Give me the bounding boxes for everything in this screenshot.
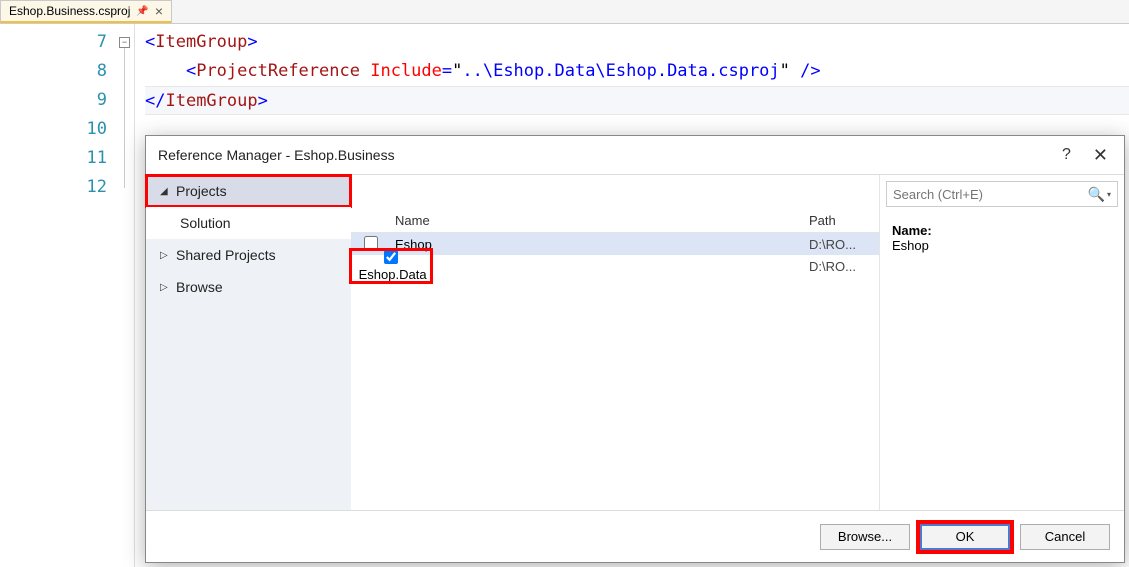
code-line: </ItemGroup> (145, 86, 1129, 115)
reference-manager-dialog: Reference Manager - Eshop.Business ? ✕ ◢… (145, 135, 1125, 563)
line-number: 10 (0, 115, 107, 144)
dialog-title: Reference Manager - Eshop.Business (158, 147, 1062, 163)
detail-label: Name: (892, 223, 932, 238)
nav-label: Solution (180, 215, 231, 231)
nav-projects[interactable]: ◢ Projects (146, 175, 351, 207)
line-number: 11 (0, 144, 107, 173)
nav-column: ◢ Projects Solution ▷ Shared Projects ▷ … (146, 175, 351, 510)
pin-icon[interactable]: 📌 (136, 6, 148, 17)
code-line: <ItemGroup> (145, 28, 1129, 57)
fold-line (124, 48, 125, 188)
nav-label: Shared Projects (176, 247, 276, 263)
search-icon[interactable]: 🔍 (1088, 186, 1105, 203)
code-line: <ProjectReference Include="..\Eshop.Data… (145, 57, 1129, 86)
search-box[interactable]: 🔍 ▾ (886, 181, 1118, 207)
dialog-title-bar: Reference Manager - Eshop.Business ? ✕ (146, 136, 1124, 174)
nav-label: Browse (176, 279, 223, 295)
column-path[interactable]: Path (809, 213, 879, 228)
row-name: Eshop (391, 237, 809, 252)
row-path: D:\RO... (809, 237, 879, 252)
nav-shared-projects[interactable]: ▷ Shared Projects (146, 239, 351, 271)
chevron-down-icon[interactable]: ▾ (1107, 190, 1111, 199)
chevron-right-icon: ▷ (160, 250, 170, 261)
ok-button[interactable]: OK (920, 524, 1010, 550)
fold-column: − (115, 24, 135, 567)
document-tab[interactable]: Eshop.Business.csproj 📌 × (0, 0, 172, 23)
browse-button[interactable]: Browse... (820, 524, 910, 550)
detail-column: 🔍 ▾ Name: Eshop (879, 175, 1124, 510)
chevron-down-icon: ◢ (160, 186, 170, 197)
line-number: 7 (0, 28, 107, 57)
close-icon[interactable]: ✕ (1089, 145, 1112, 166)
detail-value: Eshop (892, 238, 1112, 253)
close-tab-icon[interactable]: × (155, 3, 163, 19)
line-number-gutter: 7 8 9 10 11 12 (0, 24, 115, 567)
nav-label: Projects (176, 183, 227, 199)
line-number: 8 (0, 57, 107, 86)
list-header: Name Path (351, 209, 879, 233)
column-name[interactable]: Name (391, 213, 809, 228)
document-tab-bar: Eshop.Business.csproj 📌 × (0, 0, 1129, 24)
nav-solution[interactable]: Solution (146, 207, 351, 239)
row-checkbox[interactable] (384, 250, 398, 264)
line-number: 12 (0, 173, 107, 202)
dialog-footer: Browse... OK Cancel (146, 510, 1124, 562)
search-input[interactable] (893, 187, 1088, 202)
row-path: D:\RO... (809, 259, 879, 274)
project-list-column: Name Path Eshop D:\RO... Eshop.Data D:\R… (351, 175, 879, 510)
list-row[interactable]: Eshop.Data D:\RO... (351, 255, 879, 277)
help-icon[interactable]: ? (1062, 146, 1071, 164)
nav-browse[interactable]: ▷ Browse (146, 271, 351, 303)
fold-toggle-icon[interactable]: − (119, 37, 130, 48)
row-checkbox[interactable] (364, 236, 378, 250)
chevron-right-icon: ▷ (160, 282, 170, 293)
detail-panel: Name: Eshop (880, 217, 1124, 259)
line-number: 9 (0, 86, 107, 115)
tab-filename: Eshop.Business.csproj (9, 4, 130, 18)
cancel-button[interactable]: Cancel (1020, 524, 1110, 550)
dialog-body: ◢ Projects Solution ▷ Shared Projects ▷ … (146, 174, 1124, 510)
